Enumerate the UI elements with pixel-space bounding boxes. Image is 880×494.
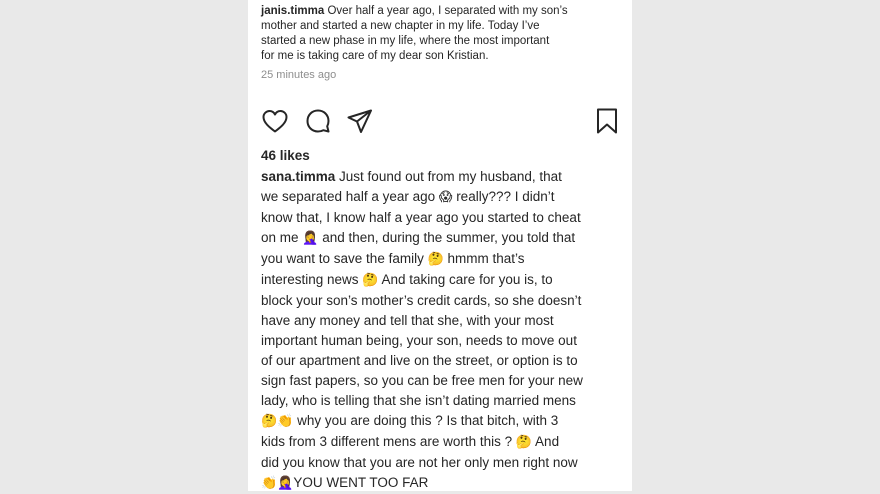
comment-text: YOU WENT TOO FAR [293, 475, 429, 490]
comment-text: on me [261, 230, 303, 245]
caption-username[interactable]: janis.timma [261, 5, 324, 17]
comment-line: interesting news 🤔 And taking care for y… [261, 270, 625, 291]
caption-text-line-3: started a new phase in my life, where th… [261, 35, 550, 47]
comment-line: block your son’s mother’s credit cards, … [261, 291, 625, 311]
comment: sana.timma Just found out from my husban… [261, 167, 625, 494]
comment-text: and then, during the summer, you told th… [318, 230, 576, 245]
caption-text-line-4: for me is taking care of my dear son Kri… [261, 50, 489, 62]
comment-icon[interactable] [303, 106, 333, 136]
comment-text: we separated half a year ago [261, 189, 439, 204]
comment-text: block your son’s mother’s credit cards, … [261, 293, 582, 308]
comment-line: sign fast papers, so you can be free men… [261, 371, 625, 391]
comment-username[interactable]: sana.timma [261, 169, 335, 184]
comment-line: sana.timma Just found out from my husban… [261, 167, 625, 187]
facepalm-emoji-icon: 🤦‍♀ [302, 231, 319, 246]
comment-text: sign fast papers, so you can be free men… [261, 373, 583, 388]
bookmark-icon[interactable] [592, 106, 622, 136]
comment-line: have any money and tell that she, with y… [261, 311, 625, 331]
comment-text: Just found out from my husband, that [335, 169, 562, 184]
comment-text: And taking care for you is, to [378, 272, 553, 287]
caption-text-line-1: Over half a year ago, I separated with m… [327, 5, 568, 17]
comment-text: kids from 3 different mens are worth thi… [261, 434, 516, 449]
likes-count[interactable]: 46 likes [261, 148, 310, 163]
caption-text-line-2: mother and started a new chapter in my l… [261, 20, 540, 32]
comment-text: interesting news [261, 272, 363, 287]
comment-line: on me 🤦‍♀ and then, during the summer, y… [261, 228, 625, 249]
comment-text: have any money and tell that she, with y… [261, 313, 554, 328]
comment-text: you want to save the family [261, 251, 428, 266]
post-timestamp: 25 minutes ago [261, 69, 337, 81]
comment-text: did you know that you are not her only m… [261, 455, 578, 470]
instagram-post-card: janis.timma Over half a year ago, I sepa… [248, 0, 632, 491]
comment-line: did you know that you are not her only m… [261, 453, 625, 473]
comment-line: you want to save the family 🤔 hmmm that’… [261, 249, 625, 270]
comment-line: know that, I know half a year ago you st… [261, 208, 625, 228]
comment-line: kids from 3 different mens are worth thi… [261, 432, 625, 453]
comment-text: really??? I didn’t [452, 189, 555, 204]
heart-icon[interactable] [260, 106, 290, 136]
post-action-bar [248, 106, 632, 138]
post-caption: janis.timma Over half a year ago, I sepa… [261, 4, 623, 64]
scream-emoji-icon: 😱 [438, 190, 453, 205]
comment-line: we separated half a year ago 😱 really???… [261, 187, 625, 208]
comment-line: lady, who is telling that she isn’t dati… [261, 391, 625, 411]
thinking-clap-emoji-icon: 🤔👏 [261, 414, 294, 429]
comment-text: lady, who is telling that she isn’t dati… [261, 393, 576, 408]
comment-text: know that, I know half a year ago you st… [261, 210, 581, 225]
share-icon[interactable] [345, 106, 375, 136]
comment-text: hmmm that’s [443, 251, 525, 266]
comment-text: of our apartment and live on the street,… [261, 353, 578, 368]
comment-text: why you are doing this ? Is that bitch, … [293, 413, 559, 428]
clap-facepalm-emoji-icon: 👏🤦‍♀ [261, 476, 294, 491]
thinking-emoji-icon: 🤔 [515, 435, 533, 450]
comment-text: And [532, 434, 560, 449]
comment-line: 🤔👏 why you are doing this ? Is that bitc… [261, 411, 625, 432]
thinking-emoji-icon: 🤔 [362, 273, 379, 288]
comment-line: of our apartment and live on the street,… [261, 351, 625, 371]
thinking-emoji-icon: 🤔 [427, 252, 444, 267]
comment-line: important human being, your son, needs t… [261, 331, 625, 351]
comment-text: important human being, your son, needs t… [261, 333, 577, 348]
